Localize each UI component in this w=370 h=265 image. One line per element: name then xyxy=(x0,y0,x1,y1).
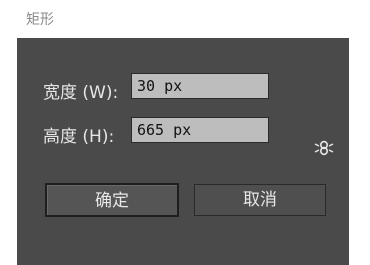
dialog-title: 矩形 xyxy=(26,12,54,28)
width-input[interactable]: 30 px xyxy=(131,73,269,99)
ok-button[interactable]: 确定 xyxy=(45,183,179,217)
height-input[interactable]: 665 px xyxy=(131,117,269,143)
link-icon[interactable] xyxy=(312,136,336,160)
height-label: 高度 (H): xyxy=(43,127,115,147)
width-label: 宽度 (W): xyxy=(43,83,119,103)
dialog-titlebar: 矩形 xyxy=(0,0,370,38)
rectangle-dialog: 宽度 (W): 30 px 高度 (H): 665 px 确定 取消 xyxy=(17,38,349,265)
cancel-button[interactable]: 取消 xyxy=(194,184,326,216)
